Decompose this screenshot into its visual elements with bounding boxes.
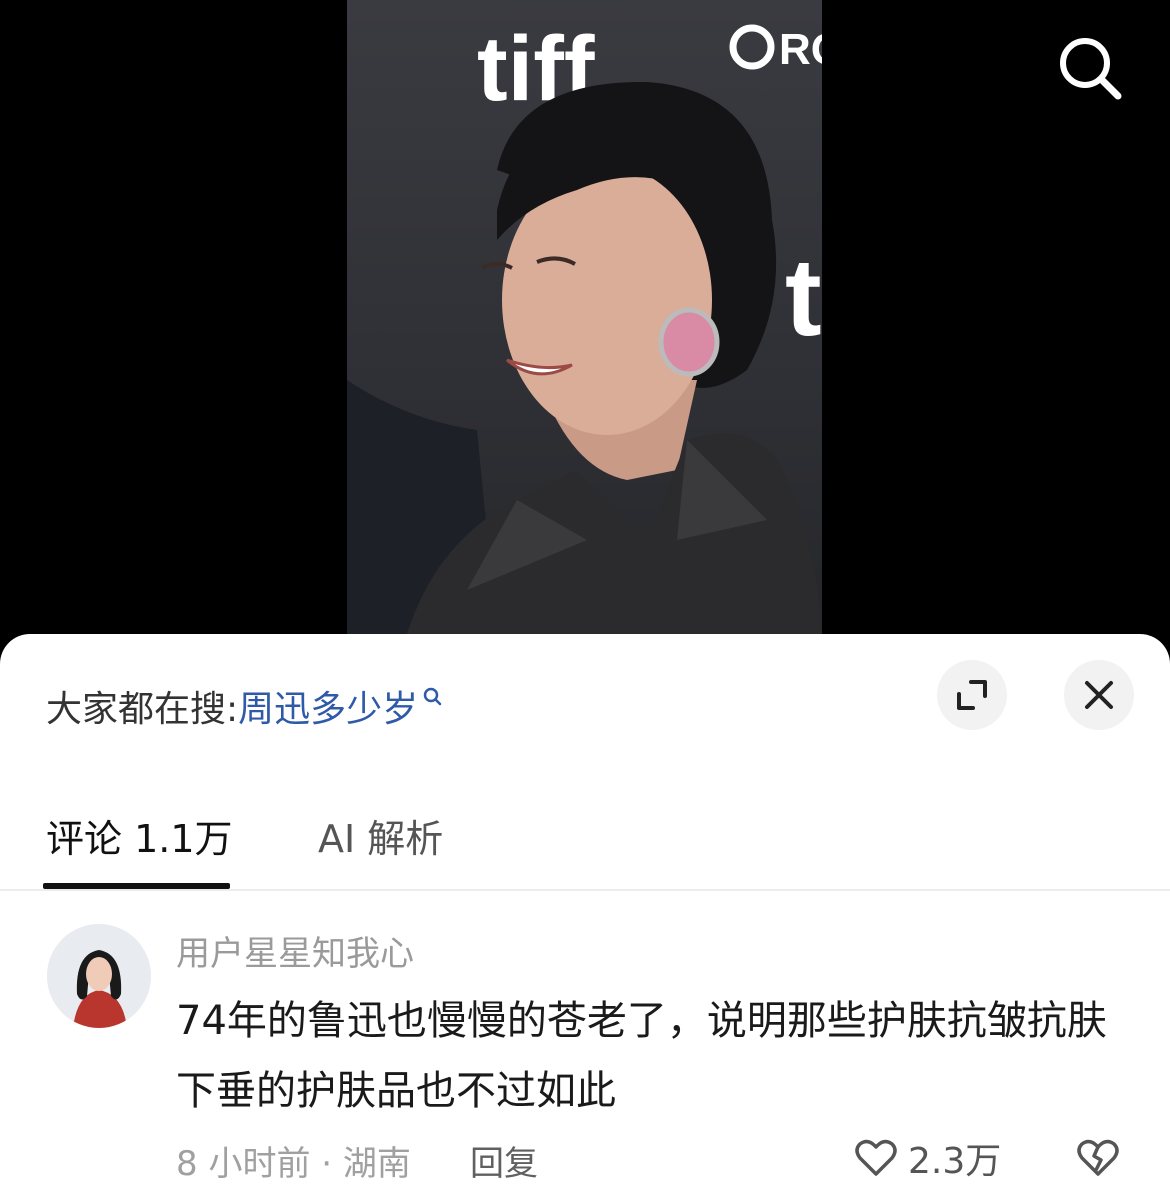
reply-button[interactable]: 回复 <box>470 1136 538 1185</box>
trending-search-line: 大家都在搜:周迅多少岁 <box>46 680 444 732</box>
expand-button[interactable] <box>937 660 1007 730</box>
close-button[interactable] <box>1064 660 1134 730</box>
comment-username[interactable]: 用户星星知我心 <box>176 926 414 975</box>
post-photo[interactable]: tiff RO t <box>347 0 822 634</box>
tab-comments[interactable]: 评论 1.1万 <box>46 808 233 863</box>
backdrop-sponsor: RO <box>779 25 822 74</box>
sponsor-logo-mark <box>729 24 775 70</box>
like-button[interactable]: 2.3万 <box>852 1134 1001 1182</box>
photo-illustration: tiff RO t <box>347 18 822 634</box>
broken-heart-icon <box>1077 1139 1119 1176</box>
close-icon <box>1085 681 1113 709</box>
tab-ai-analysis[interactable]: AI 解析 <box>318 808 443 863</box>
eye-left <box>481 262 513 270</box>
like-count: 2.3万 <box>908 1141 1002 1182</box>
avatar[interactable] <box>47 924 151 1028</box>
expand-icon <box>957 680 987 710</box>
backdrop-side-text: t <box>785 236 822 359</box>
comment-text: 74年的鲁迅也慢慢的苍老了，说明那些护肤抗皱抗肤下垂的护肤品也不过如此 <box>176 998 1107 1114</box>
tabs-divider <box>0 889 1170 891</box>
dislike-button[interactable] <box>1074 1134 1122 1182</box>
search-small-icon <box>423 687 442 706</box>
search-icon <box>1060 38 1122 100</box>
avatar-image <box>47 924 151 1028</box>
media-viewer[interactable]: tiff RO t <box>0 0 1170 640</box>
search-button[interactable] <box>1052 30 1128 106</box>
heart-icon <box>855 1139 897 1176</box>
comment-time-location: 8 小时前 · 湖南 <box>176 1144 411 1184</box>
earring <box>658 307 720 377</box>
trending-query-link[interactable]: 周迅多少岁 <box>238 687 444 730</box>
trending-query-text[interactable]: 周迅多少岁 <box>238 689 418 730</box>
trending-label: 大家都在搜: <box>46 689 239 730</box>
